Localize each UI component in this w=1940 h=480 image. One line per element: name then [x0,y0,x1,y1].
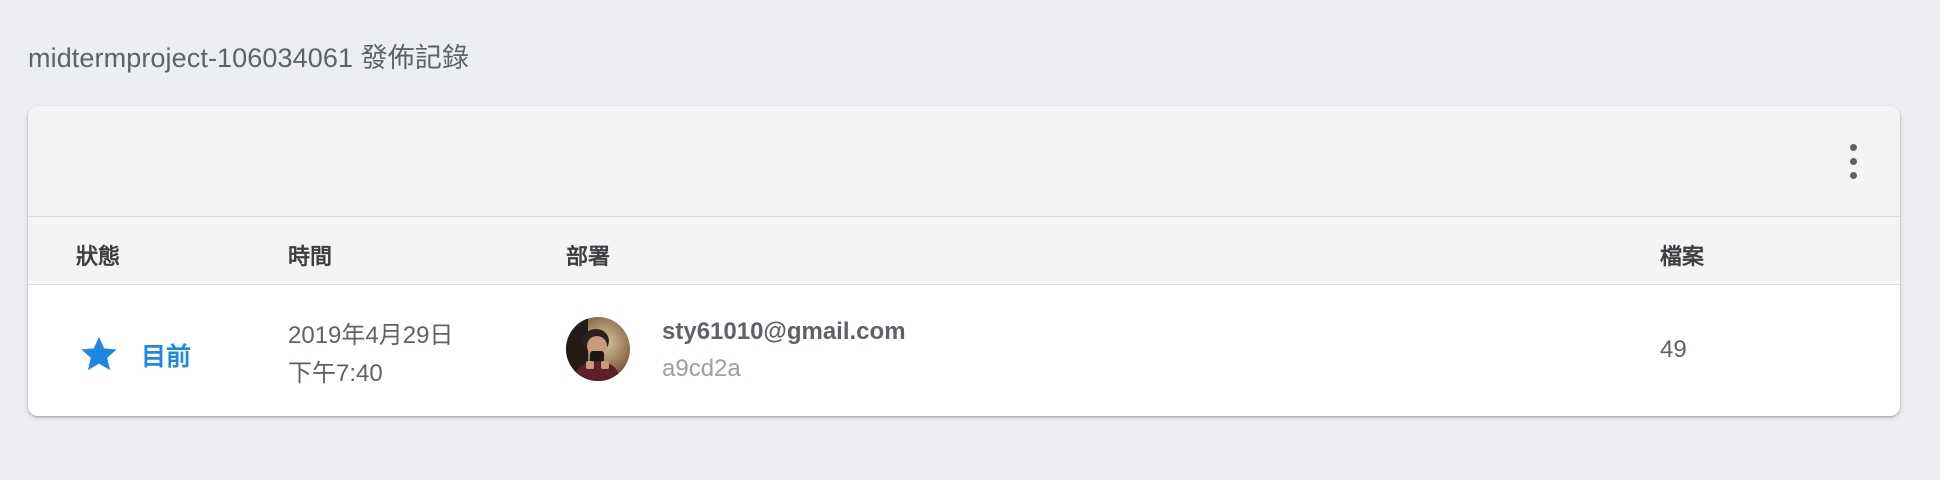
card-toolbar [28,106,1900,217]
column-header-status: 狀態 [76,244,121,269]
release-history-card: 狀態 時間 部署 檔案 目前 2019年4月29日 下午7:40 sty6101… [28,106,1900,416]
avatar [566,317,630,381]
column-header-time: 時間 [288,244,333,269]
more-options-button[interactable] [1844,142,1864,182]
release-time: 下午7:40 [288,360,383,387]
status-label: 目前 [141,343,192,371]
deployer-email: sty61010@gmail.com [662,318,906,345]
release-date: 2019年4月29日 [288,322,454,349]
files-count: 49 [1660,336,1687,363]
page-title: midtermproject-106034061 發佈記錄 [28,43,470,73]
table-header: 狀態 時間 部署 檔案 [28,217,1900,285]
table-row[interactable]: 目前 2019年4月29日 下午7:40 sty61010@gmail.com … [28,285,1900,416]
version-hash: a9cd2a [662,355,741,382]
column-header-files: 檔案 [1660,244,1705,269]
column-header-deployer: 部署 [566,244,611,269]
star-icon [81,336,117,371]
